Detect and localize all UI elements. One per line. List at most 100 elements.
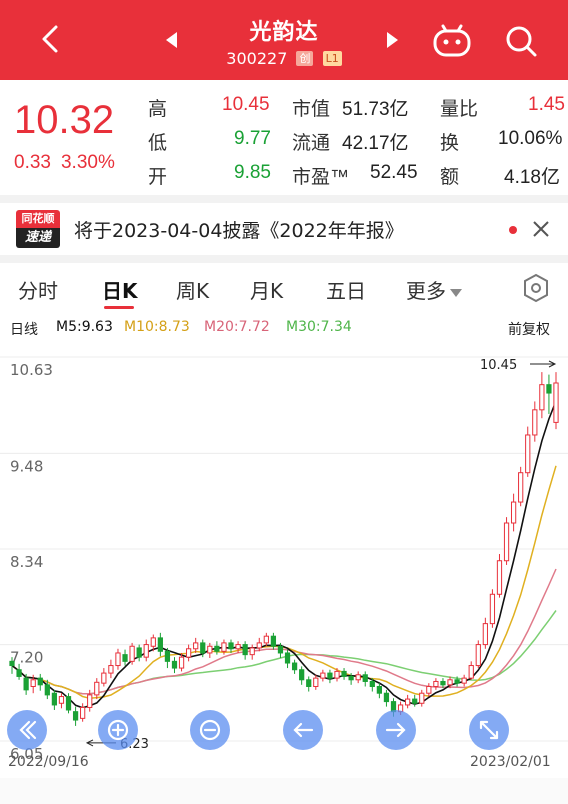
candlestick-chart[interactable]: 10.639.488.347.206.0510.456.23: [0, 341, 568, 781]
price-change: 0.33 3.30%: [14, 152, 115, 174]
settings-hexagon-icon[interactable]: [522, 273, 550, 303]
high-value: 10.45: [222, 94, 270, 115]
ma5-label: M5:9.63: [56, 319, 113, 335]
candle-up: [249, 647, 255, 656]
candle-up: [355, 674, 361, 681]
candle-up: [80, 706, 86, 719]
search-icon[interactable]: [504, 24, 538, 58]
candle-up: [510, 501, 517, 524]
mktcap-label: 市值: [292, 99, 331, 120]
candle-up: [447, 679, 453, 686]
candle-down: [454, 679, 460, 684]
candle-up: [193, 642, 199, 650]
candle-down: [383, 692, 390, 703]
candle-up: [433, 680, 439, 688]
candle-up: [334, 670, 340, 679]
candle-down: [200, 642, 206, 654]
low-label: 低: [148, 133, 168, 154]
candle-up: [405, 698, 411, 706]
candle-down: [362, 674, 368, 682]
candle-down: [122, 654, 128, 662]
float-value: 42.17亿: [342, 133, 409, 154]
candle-down: [23, 677, 29, 691]
candle-up: [256, 642, 262, 649]
tab-intraday[interactable]: 分时: [18, 275, 58, 304]
candle-down: [65, 696, 72, 711]
change-percent: 3.30%: [60, 152, 115, 173]
candle-up: [30, 679, 36, 688]
candle-up: [115, 652, 121, 667]
candle-up: [419, 692, 425, 704]
candle-up: [221, 642, 227, 652]
candle-down: [16, 669, 22, 677]
candle-up: [489, 593, 496, 625]
candle-up: [461, 677, 467, 684]
candle-up: [553, 382, 559, 423]
candle-down: [270, 635, 277, 647]
news-notice-bar[interactable]: 同花顺 速递 将于2023-04-04披露《2022年年报》: [0, 203, 568, 255]
active-tab-indicator: [104, 306, 134, 309]
candle-up: [313, 677, 319, 688]
candle-down: [51, 692, 58, 706]
amount-value: 4.18亿: [504, 167, 560, 188]
candle-up: [207, 645, 213, 654]
tab-monthly-k[interactable]: 月K: [250, 275, 283, 304]
tab-more[interactable]: 更多: [406, 275, 462, 304]
ma10-line: [11, 465, 557, 700]
y-tick-label: 9.48: [10, 457, 43, 475]
notice-text[interactable]: 将于2023-04-04披露《2022年年报》: [74, 216, 404, 243]
candle-down: [164, 650, 171, 662]
candle-down: [277, 645, 284, 654]
level-badge: L1: [322, 51, 342, 66]
candle-up: [475, 644, 481, 667]
candle-up: [108, 665, 114, 674]
adjust-mode-label[interactable]: 前复权: [508, 319, 550, 339]
candle-up: [143, 644, 149, 658]
volratio-value: 1.45: [528, 94, 565, 115]
candle-up: [468, 665, 474, 679]
candle-up: [426, 686, 432, 694]
divider: [0, 255, 568, 263]
candle-up: [58, 696, 65, 704]
candle-up: [482, 623, 488, 646]
candle-down: [44, 684, 50, 696]
app-header: 光韵达 300227 创 L1: [0, 0, 568, 80]
change-value: 0.33: [14, 152, 51, 173]
candle-up: [94, 681, 100, 696]
volratio-label: 量比: [440, 99, 479, 120]
candle-down: [214, 645, 220, 652]
tab-weekly-k[interactable]: 周K: [176, 275, 209, 304]
dropdown-triangle-icon: [450, 288, 462, 297]
candle-up: [525, 434, 531, 474]
amount-label: 额: [440, 167, 460, 188]
next-stock-icon[interactable]: [387, 32, 398, 48]
turnover-label: 换: [440, 133, 460, 154]
candle-up: [87, 694, 93, 708]
candle-down: [341, 670, 347, 677]
stock-code: 300227: [226, 49, 288, 68]
candle-down: [72, 711, 79, 721]
ma-legend: 日线 M5:9.63 M10:8.73 M20:7.72 M30:7.34 前复…: [0, 313, 568, 341]
close-icon[interactable]: [532, 220, 550, 238]
candle-up: [129, 645, 135, 662]
logo-top-text: 同花顺: [16, 210, 60, 228]
tab-daily-k[interactable]: 日K: [102, 275, 138, 304]
candle-down: [228, 642, 234, 650]
candle-down: [348, 675, 354, 681]
candle-down: [369, 680, 375, 688]
y-tick-label: 10.63: [10, 361, 53, 379]
candle-down: [291, 662, 298, 671]
candle-up: [320, 672, 326, 679]
ma10-label: M10:8.73: [124, 319, 190, 335]
tab-five-day[interactable]: 五日: [326, 275, 366, 304]
candle-up: [263, 635, 269, 644]
chart-period-tabs: 分时 日K 周K 月K 五日 更多: [0, 263, 568, 313]
candle-up: [186, 648, 192, 658]
candle-down: [9, 660, 15, 667]
quote-panel: 10.32 0.33 3.30% 高 10.45 低 9.77 开 9.85 市值…: [0, 80, 568, 195]
board-badge: 创: [296, 51, 314, 66]
assistant-robot-icon[interactable]: [432, 24, 472, 58]
candle-down: [136, 647, 142, 658]
period-label: 日线: [10, 322, 38, 338]
x-end-date: 2023/02/01: [470, 754, 551, 770]
